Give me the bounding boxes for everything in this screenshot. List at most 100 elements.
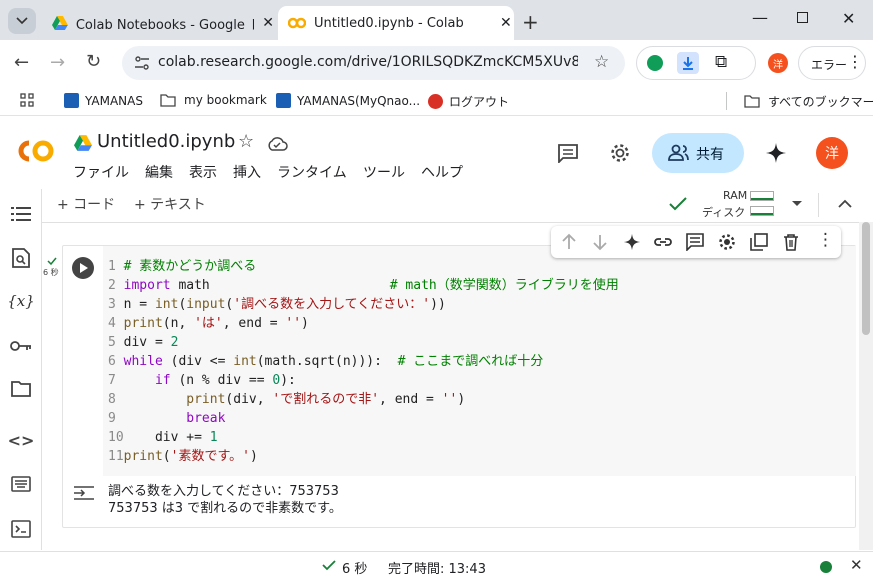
tab-colab[interactable]: Untitled0.ipynb - Colab ✕	[278, 6, 514, 40]
mirror-cell-icon[interactable]	[750, 233, 768, 251]
executed-check-icon	[47, 257, 57, 265]
code-line: 9 break	[108, 411, 226, 426]
notebook-toolbar: + コード + テキスト RAM ディスク	[42, 189, 873, 223]
address-bar[interactable]: colab.research.google.com/drive/1ORILSQD…	[122, 46, 625, 80]
window-close-icon[interactable]: ✕	[842, 9, 855, 28]
error-button[interactable]: エラー ⋮	[798, 46, 866, 80]
code-snippets-icon[interactable]: <>	[8, 429, 35, 451]
code-line: 1 # 素数かどうか調べる	[108, 259, 257, 274]
chevron-up-icon[interactable]	[838, 199, 852, 208]
terminal-icon[interactable]	[10, 518, 32, 540]
bookmark-item[interactable]: YAMANAS	[64, 93, 143, 108]
error-label: エラー	[811, 58, 848, 72]
menu-insert[interactable]: 挿入	[233, 162, 261, 182]
menu-edit[interactable]: 編集	[145, 162, 173, 182]
menu-view[interactable]: 表示	[189, 162, 217, 182]
move-up-icon[interactable]	[560, 233, 578, 251]
code-line: 2 import math # math（数学関数）ライブラリを使用	[108, 278, 619, 293]
cell-output: 調べる数を入力してください：753753 753753 は3 で割れるので非素数で…	[108, 483, 342, 517]
scrollbar[interactable]	[859, 222, 873, 550]
notebook-title[interactable]: Untitled0.ipynb	[97, 131, 235, 152]
command-palette-icon[interactable]	[10, 473, 32, 495]
download-icon[interactable]	[677, 52, 699, 74]
chevron-down-icon[interactable]	[791, 200, 803, 208]
connected-check-icon	[669, 197, 687, 211]
menu-tools[interactable]: ツール	[363, 162, 405, 182]
tab-search-button[interactable]	[8, 8, 36, 34]
minimize-icon[interactable]: —	[752, 8, 768, 27]
code-line-content: # 素数かどうか調べる	[123, 259, 257, 274]
bookmark-item[interactable]: YAMANAS(MyQnao...	[276, 93, 420, 108]
folder-icon[interactable]	[10, 378, 32, 400]
delete-icon[interactable]	[782, 233, 800, 251]
link-icon[interactable]	[654, 233, 672, 251]
all-bookmarks[interactable]: すべてのブックマーク	[744, 93, 873, 110]
chevron-down-icon	[16, 17, 28, 25]
bookmark-label: my bookmark	[184, 93, 267, 107]
code-line: 6 while (div <= int(math.sqrt(n))): # ここ…	[108, 354, 544, 369]
avatar[interactable]: 洋	[816, 137, 848, 169]
move-down-icon[interactable]	[591, 233, 609, 251]
site-settings-icon[interactable]	[134, 55, 150, 71]
ram-meter[interactable]	[750, 191, 774, 201]
close-icon[interactable]: ✕	[500, 15, 512, 31]
close-icon[interactable]: ✕	[262, 15, 274, 31]
puzzle-icon[interactable]: ⧉	[715, 52, 727, 72]
add-code-button[interactable]: + コード	[57, 194, 115, 214]
bookmark-favicon-icon	[64, 93, 79, 108]
apps-grid-icon[interactable]	[20, 93, 34, 107]
scrollbar-thumb[interactable]	[862, 222, 870, 335]
google-drive-icon[interactable]	[74, 135, 92, 151]
more-vert-icon[interactable]: ⋮	[817, 230, 834, 250]
extensions-group: ⧉	[636, 46, 756, 80]
colab-logo-icon[interactable]	[15, 137, 57, 165]
gear-icon[interactable]	[609, 142, 631, 164]
more-vert-icon: ⋮	[847, 52, 863, 71]
bookmark-folder[interactable]: my bookmark	[160, 93, 267, 107]
exec-time: 6 秒	[43, 268, 59, 277]
output-toggle-icon[interactable]	[73, 485, 95, 501]
reload-icon[interactable]: ↻	[86, 51, 101, 72]
extension-icon[interactable]	[647, 55, 663, 71]
back-icon[interactable]: ←	[14, 52, 29, 73]
code-text: 1 # 素数かどうか調べる 2 import math # math（数学関数）ラ…	[108, 257, 619, 466]
cloud-saved-icon[interactable]	[266, 136, 288, 152]
avatar[interactable]: 洋	[768, 53, 788, 73]
comment-icon[interactable]	[686, 233, 704, 251]
new-tab-icon[interactable]: +	[522, 10, 539, 34]
status-dot	[820, 561, 832, 573]
cell-toolbar: ⋮	[551, 226, 841, 258]
key-icon[interactable]	[10, 335, 32, 357]
all-bookmarks-label: すべてのブックマーク	[768, 95, 873, 109]
run-cell-button[interactable]	[72, 257, 94, 279]
output-line: 調べる数を入力してください：753753	[108, 484, 339, 499]
gemini-sparkle-icon[interactable]	[623, 233, 641, 251]
add-text-button[interactable]: + テキスト	[134, 194, 206, 214]
menu-help[interactable]: ヘルプ	[421, 162, 463, 182]
code-line: 3 n = int(input('調べる数を入力してください：'))	[108, 297, 446, 312]
comment-icon[interactable]	[557, 143, 579, 163]
colab-header: Untitled0.ipynb ☆ ファイル 編集 表示 挿入 ランタイム ツー…	[0, 117, 873, 189]
maximize-icon[interactable]	[797, 12, 808, 23]
menu-runtime[interactable]: ランタイム	[277, 162, 347, 182]
share-button[interactable]: 共有	[652, 133, 744, 173]
folder-icon	[744, 95, 760, 108]
table-of-contents-icon[interactable]	[10, 203, 32, 225]
bookmark-favicon-icon	[428, 94, 443, 109]
forward-icon[interactable]: →	[50, 52, 65, 73]
bookmark-favicon-icon	[276, 93, 291, 108]
close-icon[interactable]: ✕	[850, 556, 863, 574]
star-icon[interactable]: ☆	[238, 131, 254, 152]
code-line: 4 print(n, 'は', end = '')	[108, 316, 309, 331]
gear-icon[interactable]	[718, 233, 736, 251]
bookmark-star-icon[interactable]: ☆	[594, 52, 609, 72]
find-replace-icon[interactable]	[10, 247, 32, 269]
menu-file[interactable]: ファイル	[73, 162, 129, 182]
code-line: 10 div += 1	[108, 430, 218, 445]
variables-icon[interactable]: {x}	[7, 290, 35, 312]
gemini-sparkle-icon[interactable]	[765, 142, 787, 164]
bookmark-item[interactable]: ログアウト	[428, 93, 509, 110]
left-sidebar: {x} <>	[0, 189, 42, 550]
disk-meter[interactable]	[750, 206, 774, 216]
tab-drive[interactable]: Colab Notebooks - Google ドライブ ✕	[42, 6, 274, 40]
